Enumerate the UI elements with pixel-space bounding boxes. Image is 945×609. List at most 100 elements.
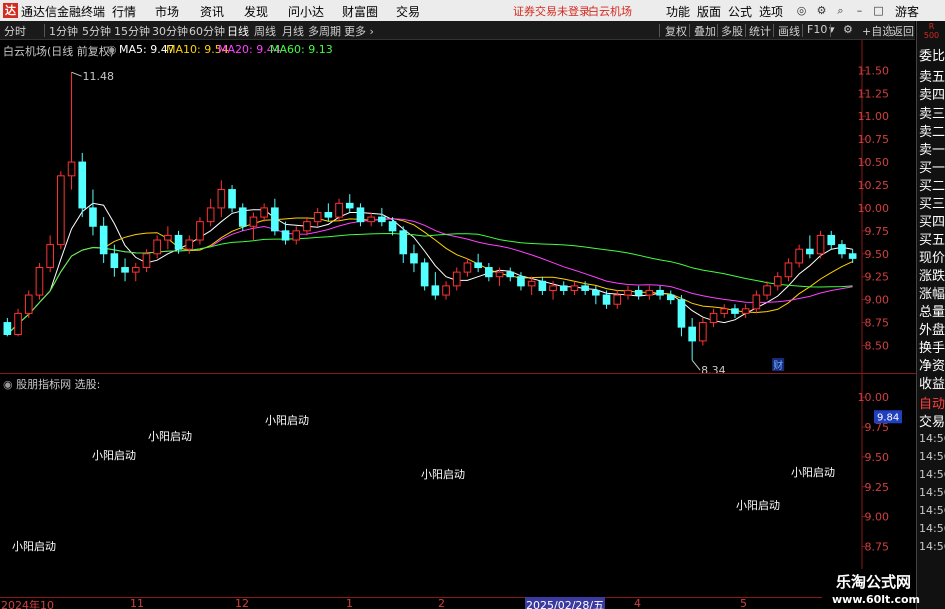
candle-down [345, 202, 354, 209]
tick-time: 14:56 [919, 450, 945, 463]
minimize-icon[interactable]: – [853, 4, 866, 17]
side-item-sell2: 卖二 [919, 125, 945, 140]
restore-rights-button[interactable]: 复权 [665, 23, 687, 39]
candle-up [442, 285, 450, 296]
multi-stock-button[interactable]: 多股 [721, 23, 743, 39]
period-more[interactable]: 更多 › [344, 23, 374, 39]
candle-up [645, 289, 654, 296]
candle-down [806, 248, 814, 255]
period-daily[interactable]: 日线 [227, 23, 249, 39]
menu-jiaoyi[interactable]: 交易 [396, 3, 420, 20]
candle-up [292, 230, 301, 241]
menu-gongneng[interactable]: 功能 [666, 3, 690, 20]
price-tick-label: 11.00 [858, 110, 890, 123]
price-tick-label: 10.00 [858, 202, 890, 215]
app-name: 通达信金融终端 [21, 5, 106, 19]
candle-down [3, 322, 12, 335]
menu-banmian[interactable]: 版面 [697, 3, 721, 20]
tick-time: 14:56 [919, 486, 945, 499]
login-notice[interactable]: 证券交易未登录 [513, 3, 590, 19]
candle-up [720, 308, 729, 314]
candle-down [634, 289, 643, 296]
indicator-svg: 10.009.759.509.259.008.759.84 [858, 374, 902, 596]
menu-hangqing[interactable]: 行情 [112, 3, 136, 20]
price-tick-label: 8.50 [865, 339, 890, 352]
ma-toggle-icon[interactable]: ◉ [107, 43, 117, 56]
price-tick-label: 11.50 [858, 64, 890, 77]
tick-time: 14:56 [919, 540, 945, 553]
overlay-button[interactable]: 叠加 [694, 23, 716, 39]
f10-button[interactable]: F10 [807, 23, 827, 36]
menu-xuanxiang[interactable]: 选项 [759, 3, 783, 20]
candle-up [303, 221, 311, 232]
side-tab-auto[interactable]: 自动 [919, 393, 945, 412]
settings-icon[interactable]: ⚙ [843, 23, 853, 36]
indicator-tick-label: 9.25 [865, 481, 890, 494]
toolbar-separator [689, 24, 690, 37]
period-1min[interactable]: 1分钟 [49, 23, 78, 39]
menu-gongshi[interactable]: 公式 [728, 3, 752, 20]
menu-zixun[interactable]: 资讯 [200, 3, 224, 20]
period-5min[interactable]: 5分钟 [82, 23, 111, 39]
period-fenshi[interactable]: 分时 [4, 23, 26, 39]
menu-wenxiaoda[interactable]: 问小达 [288, 3, 324, 20]
compass-icon[interactable]: ◎ [795, 4, 808, 17]
indicator-title: ◉ 股朋指标网 选股: [3, 376, 100, 392]
side-item-sell4: 卖四 [919, 88, 945, 103]
candle-up [142, 253, 151, 269]
main-kline-chart[interactable]: 11.50 11.25 11.00 10.75 10.50 10.25 10.00 9.75 9… [0, 40, 916, 373]
menu-shichang[interactable]: 市场 [155, 3, 179, 20]
indicator-tick-label: 10.00 [858, 391, 890, 404]
candle-down [271, 207, 279, 232]
side-item-net-assets: 净资 [919, 359, 945, 374]
candle-up [196, 221, 204, 241]
menu-caifuquan[interactable]: 财富圈 [342, 3, 378, 20]
candle-down [592, 289, 600, 296]
candle-up [46, 244, 54, 269]
candle-up [164, 234, 172, 241]
signal-label: 小阳启动 [265, 414, 309, 427]
period-60min[interactable]: 60分钟 [189, 23, 225, 39]
back-button[interactable]: 返回 [892, 23, 914, 39]
candle-down [581, 285, 589, 291]
candle-down [378, 216, 386, 223]
tick-time: 14:56 [919, 468, 945, 481]
date-tick-label: 11 [130, 597, 144, 609]
draw-line-button[interactable]: 画线 [778, 23, 800, 39]
date-tick-label: 4 [634, 597, 641, 609]
signal-label: 小阳启动 [736, 499, 780, 512]
period-weekly[interactable]: 周线 [254, 23, 276, 39]
r-badge[interactable]: R 500 [917, 21, 945, 41]
candle-up [741, 308, 750, 314]
candle-down [410, 253, 418, 264]
date-axis: 2024年10 11 12 1 2 2025/02/28/五 4 5 [0, 597, 916, 609]
date-tick-label: 1 [346, 597, 353, 609]
period-15min[interactable]: 15分钟 [114, 23, 150, 39]
menu-faxian[interactable]: 发现 [244, 3, 268, 20]
maximize-icon[interactable]: □ [872, 4, 885, 17]
period-multi[interactable]: 多周期 [308, 23, 341, 39]
kline-svg[interactable]: 11.50 11.25 11.00 10.75 10.50 10.25 10.00 9.75 9… [0, 40, 916, 373]
indicator-toggle-icon[interactable]: ◉ [3, 378, 16, 391]
indicator-pane[interactable]: 10.00 9.75 9.50 9.25 9.00 8.75 9.84 ◉ 股朋指标网 选股… [0, 374, 916, 596]
settings-icon[interactable]: ⚙ [815, 4, 828, 17]
candle-up [495, 271, 504, 278]
candle-down [356, 207, 365, 223]
statistics-button[interactable]: 统计 [749, 23, 771, 39]
side-item-sell5: 卖五 [919, 70, 945, 85]
high-price-label: 11.48 [83, 70, 115, 83]
toolbar-separator [773, 24, 774, 37]
side-item-outer: 外盘 [919, 323, 945, 338]
search-icon[interactable]: ⌕ [834, 4, 847, 17]
guest-login[interactable]: 游客 [895, 3, 919, 20]
candle-up [153, 239, 161, 255]
candle-up [131, 267, 140, 273]
signal-label: 小阳启动 [92, 449, 136, 462]
period-30min[interactable]: 30分钟 [152, 23, 188, 39]
candle-up [463, 262, 472, 273]
signal-label: 小阳启动 [148, 430, 192, 443]
period-monthly[interactable]: 月线 [282, 23, 304, 39]
side-tab-trade[interactable]: 交易 [919, 411, 945, 430]
event-badge-icon: 财 [773, 359, 783, 372]
side-item-change-pct: 涨幅 [919, 287, 945, 302]
